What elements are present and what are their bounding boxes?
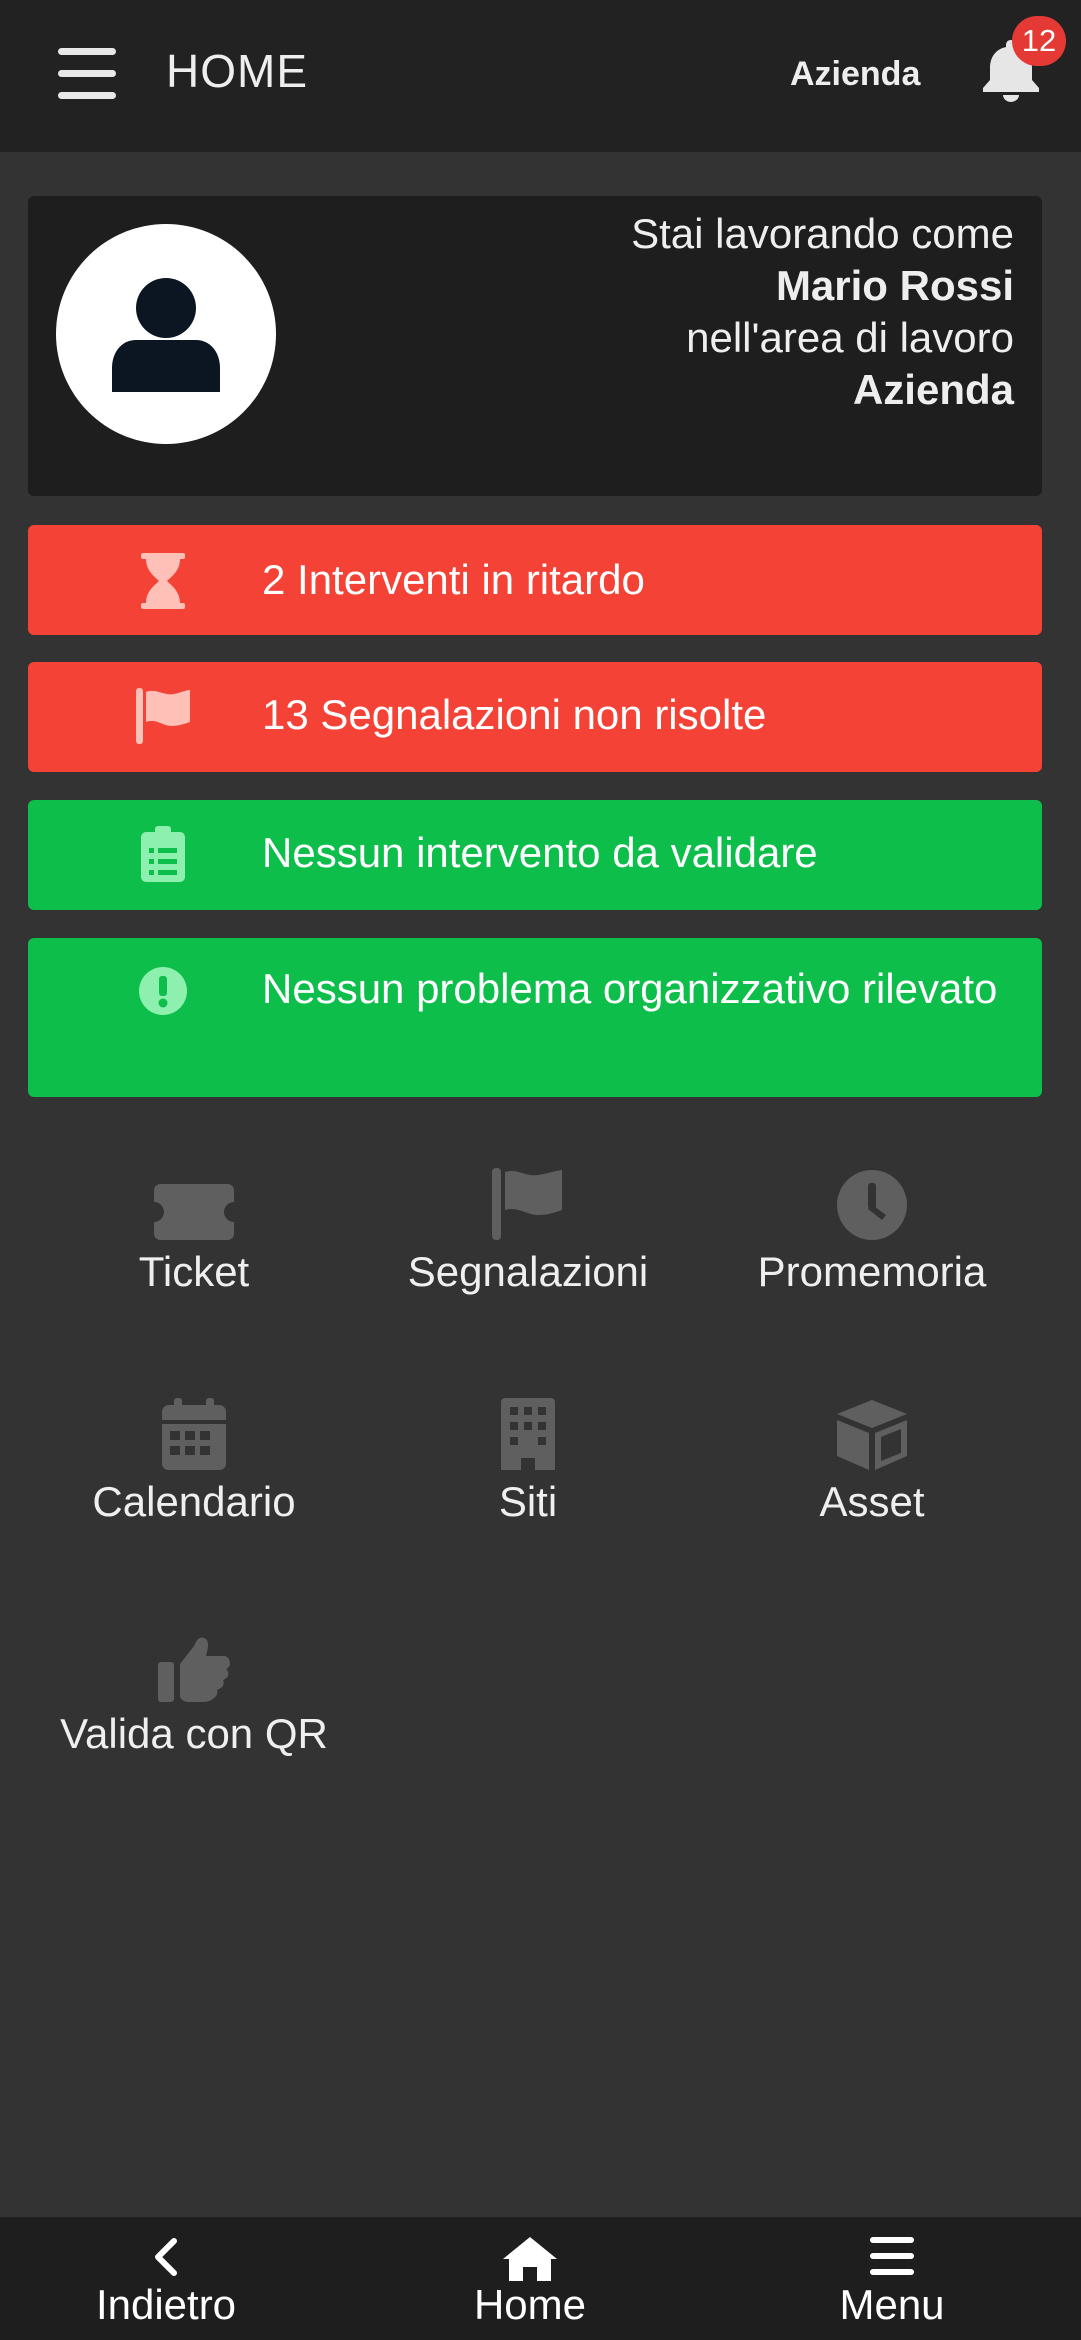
nav-back-label: Indietro <box>95 2281 237 2328</box>
flag-icon <box>128 688 198 749</box>
thumbs-up-icon <box>158 1637 230 1702</box>
work-area-label: nell'area di lavoro <box>686 314 1014 361</box>
calendar-icon <box>162 1398 226 1470</box>
menu-item-label: Siti <box>498 1478 558 1525</box>
nav-menu-button[interactable]: Menu <box>742 2217 1042 2340</box>
hourglass-icon <box>128 553 198 614</box>
menu-item-label: Segnalazioni <box>407 1248 649 1295</box>
bottom-navigation: Indietro Home Menu <box>0 2217 1081 2340</box>
clock-icon <box>837 1170 907 1240</box>
nav-home-label: Home <box>473 2281 587 2328</box>
user-name: Mario Rossi <box>775 262 1014 309</box>
alert-organizational-issues[interactable]: Nessun problema organizzativo rilevato <box>28 938 1042 1097</box>
menu-item-label: Asset <box>819 1478 925 1525</box>
alert-text: Nessun problema organizzativo rilevato <box>262 965 998 1012</box>
hamburger-icon <box>870 2237 914 2275</box>
cube-icon <box>837 1400 907 1470</box>
flag-icon <box>492 1168 562 1240</box>
menu-item-siti[interactable]: Siti <box>358 1398 698 1526</box>
working-as-label: Stai lavorando come <box>631 210 1014 257</box>
home-icon <box>503 2237 557 2281</box>
ticket-icon <box>154 1184 234 1240</box>
page-title: HOME <box>166 45 308 97</box>
alert-text: Nessun intervento da validare <box>262 829 818 876</box>
menu-item-valida-con-qr[interactable]: Valida con QR <box>24 1630 364 1758</box>
menu-item-promemoria[interactable]: Promemoria <box>702 1168 1042 1296</box>
nav-menu-label: Menu <box>839 2281 945 2328</box>
profile-card: Stai lavorando come Mario Rossi nell'are… <box>28 196 1042 496</box>
menu-item-label: Ticket <box>138 1248 250 1295</box>
clipboard-icon <box>128 826 198 887</box>
nav-home-button[interactable]: Home <box>380 2217 680 2340</box>
chevron-left-icon <box>155 2238 177 2276</box>
alert-late-interventions[interactable]: 2 Interventi in ritardo <box>28 525 1042 635</box>
menu-item-calendario[interactable]: Calendario <box>24 1398 364 1526</box>
menu-item-asset[interactable]: Asset <box>702 1398 1042 1526</box>
profile-info: Stai lavorando come Mario Rossi nell'are… <box>631 208 1014 416</box>
nav-back-button[interactable]: Indietro <box>16 2217 316 2340</box>
menu-item-label: Promemoria <box>757 1248 987 1295</box>
alert-interventions-to-validate[interactable]: Nessun intervento da validare <box>28 800 1042 910</box>
menu-item-segnalazioni[interactable]: Segnalazioni <box>358 1168 698 1296</box>
user-icon <box>112 278 220 392</box>
work-area-name: Azienda <box>852 366 1014 413</box>
alert-unresolved-reports[interactable]: 13 Segnalazioni non risolte <box>28 662 1042 772</box>
menu-item-label: Valida con QR <box>60 1710 328 1757</box>
building-icon <box>501 1398 555 1470</box>
menu-item-ticket[interactable]: Ticket <box>24 1168 364 1296</box>
workspace-selector[interactable]: Azienda <box>790 55 920 94</box>
alert-text: 2 Interventi in ritardo <box>262 556 645 603</box>
notification-count-badge: 12 <box>1012 16 1066 66</box>
hamburger-menu-icon[interactable] <box>58 48 118 100</box>
notifications-button[interactable]: 12 <box>976 16 1066 112</box>
exclamation-circle-icon <box>128 966 198 1021</box>
alert-text: 13 Segnalazioni non risolte <box>262 691 767 738</box>
app-header: HOME Azienda 12 <box>0 0 1081 152</box>
avatar <box>56 224 276 444</box>
menu-item-label: Calendario <box>92 1478 296 1525</box>
